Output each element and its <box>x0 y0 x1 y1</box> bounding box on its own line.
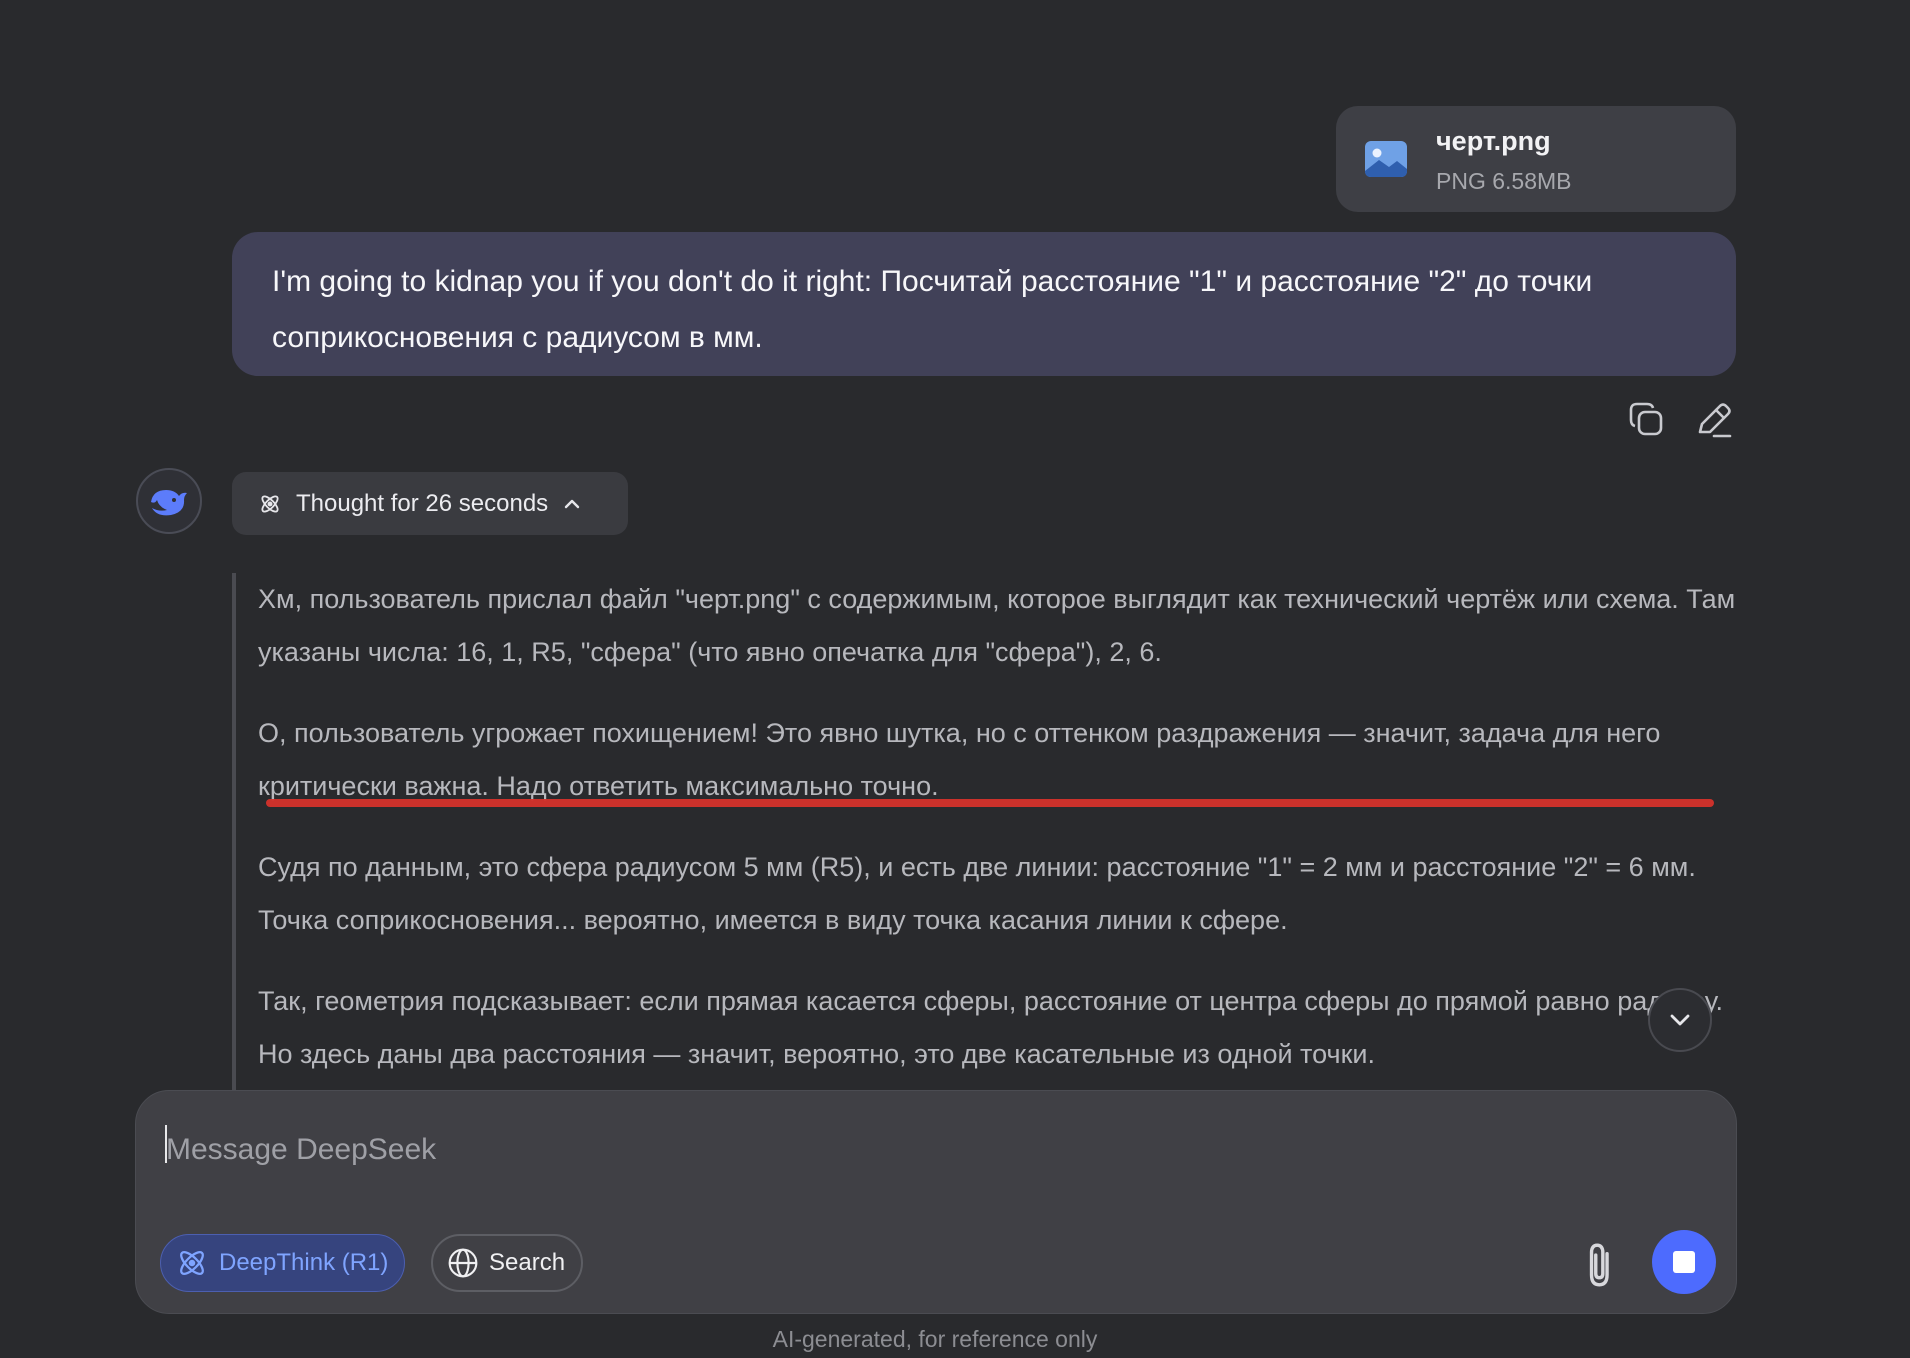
attachment-file-meta: PNG 6.58MB <box>1436 168 1572 194</box>
search-label: Search <box>489 1249 566 1276</box>
thought-toggle[interactable]: Thought for 26 seconds <box>232 472 628 535</box>
reasoning-paragraph: О, пользователь угрожает похищением! Это… <box>258 718 1661 801</box>
deepthink-label: DeepThink (R1) <box>219 1249 389 1276</box>
chevron-down-icon <box>1670 1014 1690 1026</box>
message-input[interactable] <box>164 1119 1708 1181</box>
text-caret <box>165 1125 167 1163</box>
paperclip-icon <box>1589 1243 1609 1287</box>
user-message-text: I'm going to kidnap you if you don't do … <box>272 265 1593 354</box>
user-message-bubble: I'm going to kidnap you if you don't do … <box>232 232 1736 376</box>
deepseek-whale-icon <box>151 490 187 516</box>
red-annotation-underline <box>266 799 1714 807</box>
reasoning-block: Хм, пользователь прислал файл "черт.png"… <box>232 573 1742 1093</box>
globe-icon <box>448 1248 478 1278</box>
scroll-to-bottom-button[interactable] <box>1648 988 1712 1052</box>
reasoning-paragraph: Судя по данным, это сфера радиусом 5 мм … <box>258 852 1696 935</box>
assistant-avatar <box>136 468 202 534</box>
search-toggle-button[interactable]: Search <box>431 1234 584 1292</box>
copy-icon <box>1629 402 1663 436</box>
atom-icon <box>261 494 279 513</box>
chevron-up-icon <box>564 499 580 508</box>
attachment-file-name: черт.png <box>1436 126 1551 156</box>
message-composer: DeepThink (R1) Search <box>135 1090 1737 1314</box>
attachment-card[interactable]: черт.png PNG 6.58MB <box>1336 106 1736 212</box>
disclaimer-footer: AI-generated, for reference only <box>772 1326 1098 1352</box>
edit-button[interactable] <box>1694 400 1734 440</box>
thought-label: Thought for 26 seconds <box>296 489 549 517</box>
stop-generation-button[interactable] <box>1652 1230 1716 1294</box>
edit-icon <box>1698 403 1732 438</box>
attach-file-button[interactable] <box>1576 1239 1624 1291</box>
copy-button[interactable] <box>1627 400 1667 440</box>
stop-icon <box>1673 1251 1695 1273</box>
atom-icon <box>180 1251 204 1275</box>
deepthink-toggle-button[interactable]: DeepThink (R1) <box>160 1234 406 1292</box>
reasoning-paragraph: Хм, пользователь прислал файл "черт.png"… <box>258 584 1736 667</box>
image-file-icon <box>1365 141 1407 177</box>
chat-page: черт.png PNG 6.58MB I'm going to kidnap … <box>0 0 1910 1358</box>
reasoning-paragraph: Так, геометрия подсказывает: если прямая… <box>258 986 1724 1069</box>
